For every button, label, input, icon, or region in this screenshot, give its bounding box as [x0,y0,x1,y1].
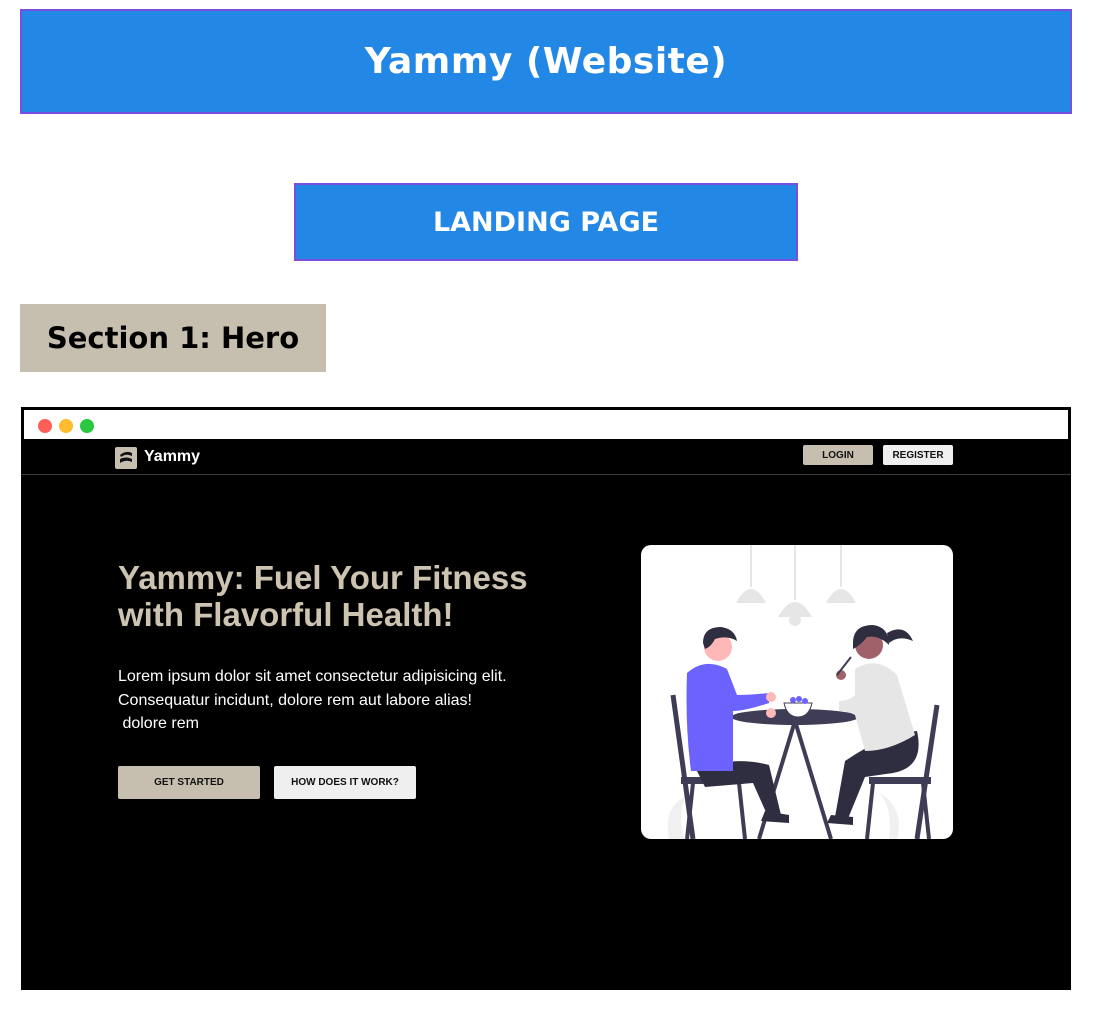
brand-name[interactable]: Yammy [144,448,200,466]
section-label-text: Section 1: Hero [46,321,300,355]
get-started-button[interactable]: GET STARTED [118,766,260,799]
close-window-icon[interactable] [38,419,52,433]
browser-chrome-bar [21,407,1071,442]
page-title-banner: Yammy (Website) [20,9,1072,114]
page-subtitle-banner: LANDING PAGE [294,183,798,261]
page-subtitle: LANDING PAGE [432,206,660,238]
minimize-window-icon[interactable] [59,419,73,433]
how-does-it-work-button[interactable]: HOW DOES IT WORK? [274,766,416,799]
login-button[interactable]: LOGIN [803,445,873,465]
section-label: Section 1: Hero [20,304,326,372]
browser-mockup: Yammy LOGIN REGISTER Yammy: Fuel Your Fi… [21,407,1071,990]
register-button[interactable]: REGISTER [883,445,953,465]
hero-description-line: Lorem ipsum dolor sit amet consectetur a… [118,668,507,685]
hero-description: Lorem ipsum dolor sit amet consectetur a… [118,665,578,736]
hero-description-line: Consequatur incidunt, dolore rem aut lab… [118,691,472,709]
two-people-dining-illustration [667,545,940,839]
hero-illustration [641,545,953,839]
hero-heading: Yammy: Fuel Your Fitness with Flavorful … [118,559,528,633]
yammy-logo-icon[interactable] [115,447,137,469]
hero-description-line: dolore rem [118,715,199,732]
page-title: Yammy (Website) [364,41,728,82]
maximize-window-icon[interactable] [80,419,94,433]
site-navbar: Yammy LOGIN REGISTER [21,442,1071,475]
